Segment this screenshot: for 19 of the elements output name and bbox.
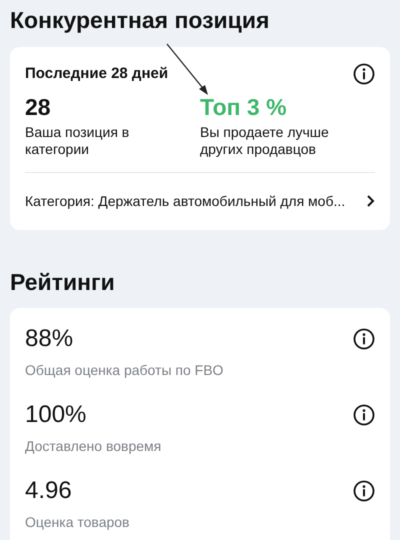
info-icon[interactable] bbox=[353, 404, 375, 426]
rating-label: Доставлено вовремя bbox=[25, 436, 162, 456]
category-link[interactable]: Категория: Держатель автомобильный для моб... bbox=[25, 172, 375, 212]
rating-value: 88% bbox=[25, 324, 74, 354]
rating-label: Общая оценка работы по FBO bbox=[25, 360, 224, 380]
stat-value: 28 bbox=[25, 92, 52, 122]
section-title: Конкурентная позиция bbox=[10, 6, 270, 35]
rating-label: Оценка товаров bbox=[25, 512, 130, 532]
stat-value: Топ 3 % bbox=[200, 92, 288, 122]
section-title: Рейтинги bbox=[10, 268, 116, 296]
chevron-right-icon bbox=[366, 194, 375, 208]
stat-caption: Вы продаете лучше других продавцов bbox=[200, 124, 330, 158]
rating-value: 100% bbox=[25, 400, 88, 430]
info-icon[interactable] bbox=[353, 328, 375, 350]
period-label: Последние 28 дней bbox=[25, 64, 168, 84]
stat-caption: Ваша позиция в категории bbox=[25, 124, 130, 158]
rating-value: 4.96 bbox=[25, 476, 73, 506]
info-icon[interactable] bbox=[353, 63, 375, 86]
info-icon[interactable] bbox=[353, 480, 375, 502]
